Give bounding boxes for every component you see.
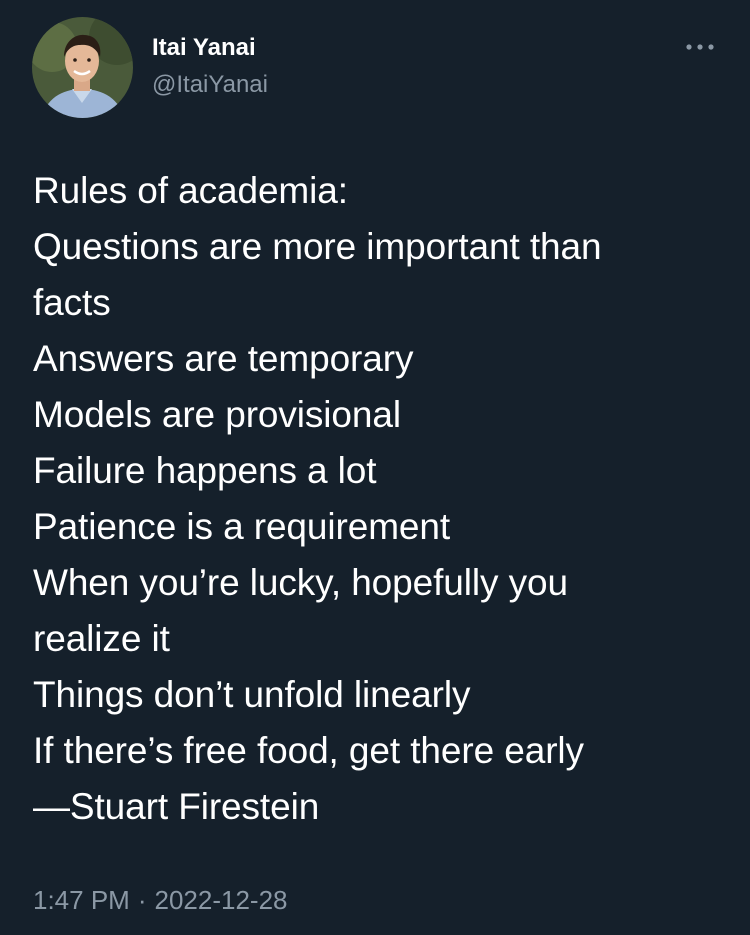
tweet-line: Answers are temporary [33,338,414,379]
tweet-date: 2022-12-28 [154,885,288,915]
tweet-line: When you’re lucky, hopefully you [33,562,568,603]
profile-photo-icon [32,17,133,118]
tweet-time: 1:47 PM [33,885,130,915]
author-display-name[interactable]: Itai Yanai [152,33,256,63]
tweet-line: —Stuart Firestein [33,786,320,827]
tweet-line: realize it [33,618,170,659]
tweet-card: Itai Yanai @ItaiYanai Rules of academia:… [0,0,750,935]
author-handle[interactable]: @ItaiYanai [152,70,268,100]
tweet-line: If there’s free food, get there early [33,730,584,771]
meta-separator: · [137,885,147,915]
tweet-line: Things don’t unfold linearly [33,674,471,715]
tweet-text: Rules of academia: Questions are more im… [33,163,733,835]
tweet-line: Rules of academia: [33,170,348,211]
tweet-line: Models are provisional [33,394,401,435]
tweet-line: Patience is a requirement [33,506,451,547]
more-options-button[interactable] [678,32,722,62]
ellipsis-icon [686,44,714,50]
tweet-line: Failure happens a lot [33,450,377,491]
tweet-line: Questions are more important than [33,226,602,267]
tweet-line: facts [33,282,111,323]
author-avatar[interactable] [32,17,133,118]
tweet-timestamp[interactable]: 1:47 PM · 2022-12-28 [33,883,288,917]
